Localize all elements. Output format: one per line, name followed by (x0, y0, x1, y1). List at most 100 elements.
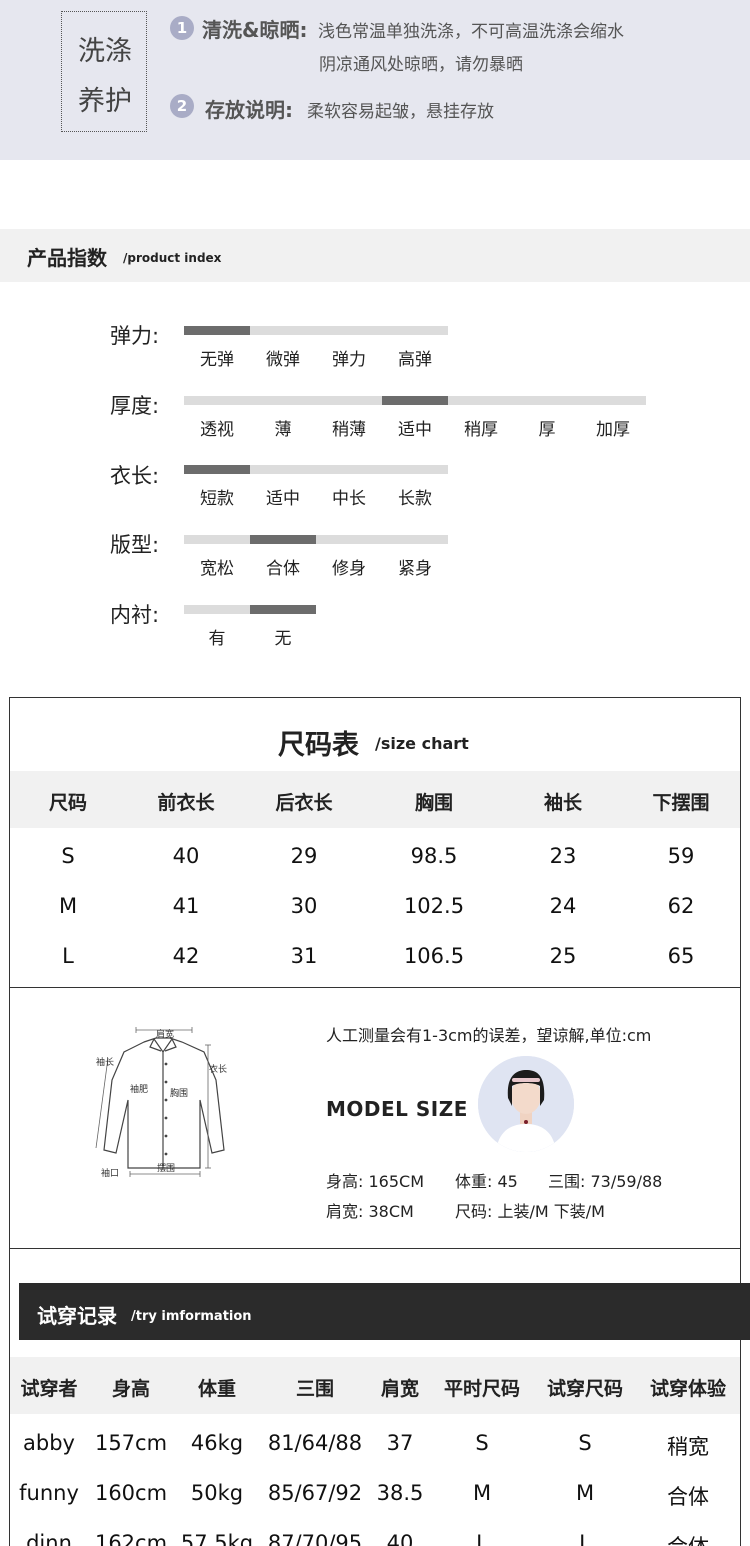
diagram-label-hem: 摆围 (157, 1162, 175, 1174)
model-photo (478, 1056, 574, 1152)
attribute-option: 长款 (398, 489, 432, 509)
try-on-column-header: 平时尺码 (443, 1378, 520, 1400)
try-on-cell: S (475, 1431, 489, 1455)
attribute-bar-segment (316, 465, 382, 474)
try-on-cell: S (578, 1431, 592, 1455)
care-text-washing: 浅色常温单独洗涤，不可高温洗涤会缩水 (318, 22, 624, 42)
model-measurements: 三围: 73/59/88 (548, 1172, 663, 1191)
attribute-bar-segment (184, 535, 250, 544)
attribute-bar-segment (382, 326, 448, 335)
diagram-label-sleeve: 袖长 (96, 1056, 114, 1068)
attribute-bar-segment (250, 396, 316, 405)
care-section: 洗涤 养护 1 清洗&晾晒: 浅色常温单独洗涤，不可高温洗涤会缩水 阴凉通风处晾… (0, 0, 750, 160)
attribute-option: 适中 (266, 489, 300, 509)
try-on-cell: L (579, 1531, 591, 1546)
try-on-cell: 160cm (94, 1481, 168, 1505)
model-height: 身高: 165CM (326, 1172, 424, 1191)
attribute-bar-segment (580, 396, 646, 405)
attribute-option: 无弹 (200, 350, 234, 370)
size-chart-column-header: 前衣长 (157, 792, 215, 814)
care-number-2: 2 (170, 94, 194, 118)
try-on-column-header: 体重 (197, 1378, 236, 1400)
try-on-cell: M (472, 1481, 492, 1505)
size-chart-cell: S (61, 844, 75, 868)
attribute-option: 稍厚 (464, 420, 498, 440)
attribute-label: 内衬: (110, 603, 160, 627)
attribute-option: 宽松 (200, 559, 234, 579)
attribute-label: 厚度: (110, 394, 160, 418)
model-shoulder: 肩宽: 38CM (326, 1202, 414, 1221)
attribute-option: 合体 (266, 559, 300, 579)
try-on-subtitle: /try imformation (131, 1309, 252, 1324)
shirt-measurement-diagram: 肩宽 袖长 衣长 袖肥 胸围 摆围 袖口 (95, 1027, 227, 1179)
attribute-option: 薄 (274, 420, 292, 440)
attribute-label: 衣长: (110, 464, 160, 488)
attribute-bar-segment (382, 465, 448, 474)
attribute-label: 版型: (110, 533, 160, 557)
size-chart-cell: 98.5 (410, 844, 458, 868)
attribute-option: 短款 (200, 489, 234, 509)
attribute-option: 高弹 (398, 350, 432, 370)
size-chart-cell: 42 (172, 944, 200, 968)
size-chart-cell: 31 (290, 944, 318, 968)
size-chart-subtitle: /size chart (375, 734, 469, 753)
attribute-bar-segment (250, 605, 316, 614)
attribute-option: 无 (274, 629, 292, 649)
size-chart-cell: 29 (290, 844, 318, 868)
size-chart-column-header: 袖长 (543, 792, 582, 814)
try-on-cell: 合体 (638, 1531, 738, 1546)
try-on-cell: 46kg (190, 1431, 244, 1455)
attribute-bar-segment (250, 535, 316, 544)
size-chart-cell: 30 (290, 894, 318, 918)
size-chart-cell: 102.5 (403, 894, 465, 918)
attribute-bar-segment (250, 465, 316, 474)
size-chart-cell: 106.5 (403, 944, 465, 968)
attribute-bar-segment (184, 396, 250, 405)
size-chart-cell: 59 (667, 844, 695, 868)
divider (10, 1248, 740, 1249)
model-size-title: MODEL SIZE (326, 1097, 468, 1121)
try-on-cell: 稍宽 (667, 1435, 709, 1459)
size-chart-title: 尺码表 (278, 730, 359, 761)
size-chart-cell: 62 (667, 894, 695, 918)
try-on-column-header: 试穿体验 (649, 1378, 726, 1400)
size-chart-cell: 25 (549, 944, 577, 968)
diagram-label-shoulder: 肩宽 (156, 1028, 174, 1040)
attribute-option: 弹力 (332, 350, 366, 370)
size-chart-cell: 65 (667, 944, 695, 968)
size-chart-cell: M (58, 894, 78, 918)
attribute-bar-segment (382, 396, 448, 405)
diagram-label-sleeve-width: 袖肥 (130, 1083, 148, 1095)
attribute-label: 弹力: (110, 324, 160, 348)
diagram-label-length: 衣长 (209, 1063, 227, 1075)
product-index-header: 产品指数 /product index (0, 229, 750, 282)
try-on-header-bar (19, 1283, 750, 1340)
product-index-subtitle: /product index (123, 251, 222, 265)
try-on-cell: 50kg (190, 1481, 244, 1505)
attribute-option: 稍薄 (332, 420, 366, 440)
attribute-bar-segment (184, 465, 250, 474)
diagram-label-chest: 胸围 (170, 1087, 188, 1099)
try-on-cell: L (476, 1531, 488, 1546)
attribute-option: 透视 (200, 420, 234, 440)
care-title-washing: 清洗&晾晒: (202, 18, 308, 42)
attribute-bar-segment (316, 535, 382, 544)
attribute-bar-segment (448, 396, 514, 405)
care-badge-line2: 养护 (78, 86, 132, 117)
try-on-column-header: 身高 (111, 1378, 150, 1400)
try-on-title: 试穿记录 (37, 1304, 117, 1328)
size-chart-column-header: 后衣长 (275, 792, 333, 814)
care-number-1: 1 (170, 16, 194, 40)
attribute-bar-segment (514, 396, 580, 405)
measurement-note: 人工测量会有1-3cm的误差，望谅解,单位:cm (326, 1026, 652, 1045)
attribute-option: 中长 (332, 489, 366, 509)
diagram-label-cuff: 袖口 (101, 1167, 119, 1179)
size-chart-cell: 23 (549, 844, 577, 868)
attribute-bar-segment (382, 535, 448, 544)
attribute-option: 厚 (538, 420, 556, 440)
model-size: 尺码: 上装/M 下装/M (455, 1202, 605, 1221)
care-text-storage: 柔软容易起皱，悬挂存放 (307, 102, 494, 122)
attribute-bar-segment (316, 396, 382, 405)
model-illustration (478, 1056, 574, 1152)
try-on-cell: 157cm (94, 1431, 168, 1455)
